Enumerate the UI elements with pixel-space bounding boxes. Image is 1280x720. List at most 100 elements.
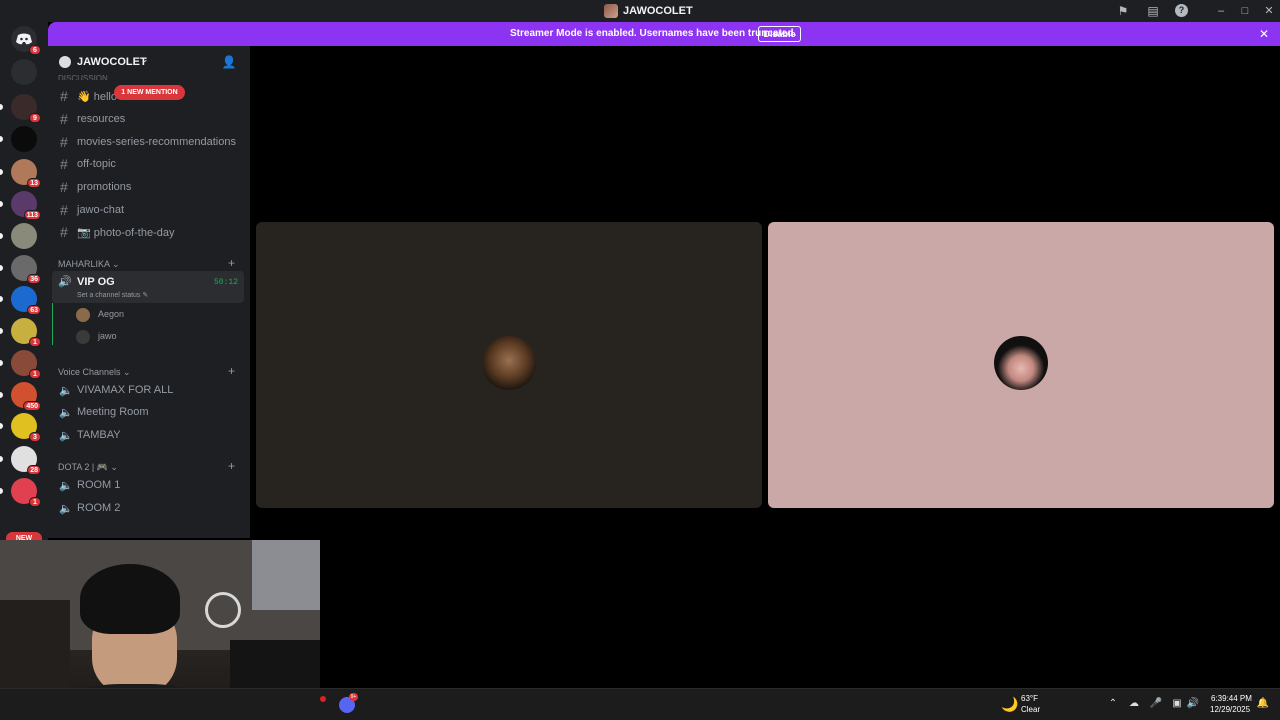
close-banner-icon[interactable]: ✕ bbox=[1256, 26, 1272, 42]
server-icon-4[interactable]: 13 bbox=[11, 159, 41, 188]
add-channel-icon[interactable]: + bbox=[228, 364, 235, 378]
text-channel[interactable]: # 📷 photo-of-the-day bbox=[54, 222, 244, 242]
category-maharlika[interactable]: MAHARLIKA ⌄ bbox=[58, 259, 120, 270]
close-window-button[interactable]: ✕ bbox=[1260, 2, 1278, 20]
weather-condition[interactable]: Clear bbox=[1021, 705, 1040, 714]
participant-tile-aegon[interactable] bbox=[256, 222, 762, 508]
inbox-flag-icon[interactable]: ⚑ bbox=[1115, 3, 1131, 19]
hashtag-icon: # bbox=[60, 111, 68, 127]
voice-channel[interactable]: 🔈 ROOM 1 bbox=[54, 475, 244, 495]
avatar bbox=[76, 308, 90, 322]
channel-name: off-topic bbox=[77, 158, 116, 170]
server-icon-10[interactable]: 1 bbox=[11, 350, 41, 379]
voice-channel-name: VIP OG bbox=[77, 276, 115, 288]
category-voice-channels[interactable]: Voice Channels ⌄ bbox=[58, 367, 131, 378]
unread-indicator bbox=[0, 392, 3, 398]
weather-temperature[interactable]: 63°F bbox=[1021, 694, 1038, 703]
channel-name: ROOM 1 bbox=[77, 479, 121, 491]
new-mention-pill[interactable]: 1 NEW MENTION bbox=[114, 85, 185, 100]
channel-name: VIVAMAX FOR ALL bbox=[77, 384, 174, 396]
unread-indicator bbox=[0, 296, 3, 302]
server-icon-7[interactable]: 36 bbox=[11, 255, 41, 284]
server-icon-14[interactable]: 1 bbox=[11, 478, 41, 507]
discord-taskbar-badge: 9+ bbox=[349, 693, 358, 701]
unread-indicator bbox=[0, 265, 3, 271]
invite-people-icon[interactable]: 👤 bbox=[221, 54, 237, 70]
server-icon-5[interactable]: 113 bbox=[11, 191, 41, 220]
channel-name: 👋 hello bbox=[77, 91, 117, 103]
server-icon-6[interactable] bbox=[11, 223, 37, 249]
unread-indicator bbox=[0, 201, 3, 207]
add-channel-icon[interactable]: + bbox=[228, 256, 235, 270]
avatar bbox=[482, 336, 536, 390]
hashtag-icon: # bbox=[60, 134, 68, 150]
server-avatar bbox=[11, 59, 37, 85]
category-discussion[interactable]: DISCUSSION bbox=[58, 74, 108, 80]
voice-channel[interactable]: 🔈 Meeting Room bbox=[54, 402, 244, 422]
hashtag-icon: # bbox=[60, 224, 68, 240]
text-channel[interactable]: # resources bbox=[54, 109, 244, 129]
window-title-text: JAWOCOLET bbox=[623, 5, 693, 17]
chevron-up-icon[interactable]: ⌃ bbox=[1106, 698, 1120, 709]
server-icon-13[interactable]: 28 bbox=[11, 446, 41, 475]
cloud-icon[interactable]: ☁ bbox=[1127, 698, 1141, 709]
avatar bbox=[994, 336, 1048, 390]
voice-channel[interactable]: 🔈 TAMBAY bbox=[54, 425, 244, 445]
server-unread-badge: 36 bbox=[27, 274, 41, 284]
channel-name: Meeting Room bbox=[77, 406, 149, 418]
speaker-icon: 🔈 bbox=[59, 503, 73, 515]
unread-indicator bbox=[0, 456, 3, 462]
clock-date[interactable]: 12/29/2025 bbox=[1210, 705, 1250, 714]
window-titlebar: JAWOCOLET ⚑ ▤ ? – □ ✕ bbox=[0, 0, 1280, 22]
channel-name: 📷 photo-of-the-day bbox=[77, 227, 175, 239]
volume-icon[interactable]: 🔊 bbox=[1186, 698, 1200, 709]
streamer-mode-text: Streamer Mode is enabled. Usernames have… bbox=[510, 28, 797, 39]
help-icon[interactable]: ? bbox=[1175, 4, 1188, 17]
hashtag-icon: # bbox=[60, 202, 68, 218]
server-name: JAWOCOLET bbox=[77, 56, 147, 68]
voice-channel[interactable]: 🔈 ROOM 2 bbox=[54, 498, 244, 518]
windows-taskbar: 9+ 🌙 63°F Clear ⌃ ☁ 🎤 ▣ 🔊 6:39:44 PM 12/… bbox=[0, 688, 1280, 720]
server-icon-2[interactable]: 9 bbox=[11, 94, 41, 123]
clock-time[interactable]: 6:39:44 PM bbox=[1211, 694, 1252, 703]
server-icon-12[interactable]: 3 bbox=[11, 413, 41, 442]
server-icon-11[interactable]: 450 bbox=[11, 382, 41, 411]
server-icon-8[interactable]: 63 bbox=[11, 286, 41, 315]
microphone-icon[interactable]: 🎤 bbox=[1149, 698, 1163, 709]
voice-channel-vip-og[interactable]: 🔊 VIP OG Set a channel status ✎ 50:12 bbox=[52, 271, 244, 303]
category-dota[interactable]: DOTA 2 | 🎮 ⌄ bbox=[58, 462, 118, 473]
maximize-button[interactable]: □ bbox=[1236, 2, 1254, 20]
server-unread-badge: 28 bbox=[27, 465, 41, 475]
server-icon-9[interactable]: 1 bbox=[11, 318, 41, 347]
speaker-icon: 🔈 bbox=[59, 480, 73, 492]
unread-indicator bbox=[0, 104, 3, 110]
inbox-icon[interactable]: ▤ bbox=[1145, 3, 1161, 19]
notification-icon[interactable]: 🔔 bbox=[1256, 698, 1270, 709]
server-icon-1[interactable] bbox=[11, 59, 37, 85]
set-channel-status[interactable]: Set a channel status ✎ bbox=[77, 291, 148, 299]
moon-icon[interactable]: 🌙 bbox=[1001, 696, 1018, 713]
text-channel[interactable]: # promotions bbox=[54, 177, 244, 197]
text-channel[interactable]: # off-topic bbox=[54, 154, 244, 174]
avatar bbox=[76, 330, 90, 344]
participant-tile-jawo[interactable] bbox=[768, 222, 1274, 508]
discord-home-button[interactable]: 6 bbox=[11, 26, 41, 55]
window-title: JAWOCOLET bbox=[604, 3, 693, 19]
channel-name: resources bbox=[77, 113, 126, 125]
network-icon[interactable]: ▣ bbox=[1170, 698, 1184, 709]
home-unread-badge: 6 bbox=[29, 45, 41, 55]
add-channel-icon[interactable]: + bbox=[228, 459, 235, 473]
text-channel[interactable]: # movies-series-recommendations bbox=[54, 132, 244, 152]
voice-stage bbox=[250, 46, 1280, 688]
channel-name: promotions bbox=[77, 181, 132, 193]
channel-name: TAMBAY bbox=[77, 429, 121, 441]
text-channel[interactable]: # jawo-chat bbox=[54, 200, 244, 220]
disable-streamer-mode-button[interactable]: Disable bbox=[758, 26, 801, 42]
unread-indicator bbox=[0, 488, 3, 494]
chevron-down-icon: ⌄ bbox=[141, 54, 149, 64]
minimize-button[interactable]: – bbox=[1212, 2, 1230, 20]
voice-channel[interactable]: 🔈 VIVAMAX FOR ALL bbox=[54, 380, 244, 400]
server-unread-badge: 1 bbox=[29, 369, 41, 379]
server-unread-badge: 13 bbox=[27, 178, 41, 188]
server-icon-3[interactable] bbox=[11, 126, 37, 152]
